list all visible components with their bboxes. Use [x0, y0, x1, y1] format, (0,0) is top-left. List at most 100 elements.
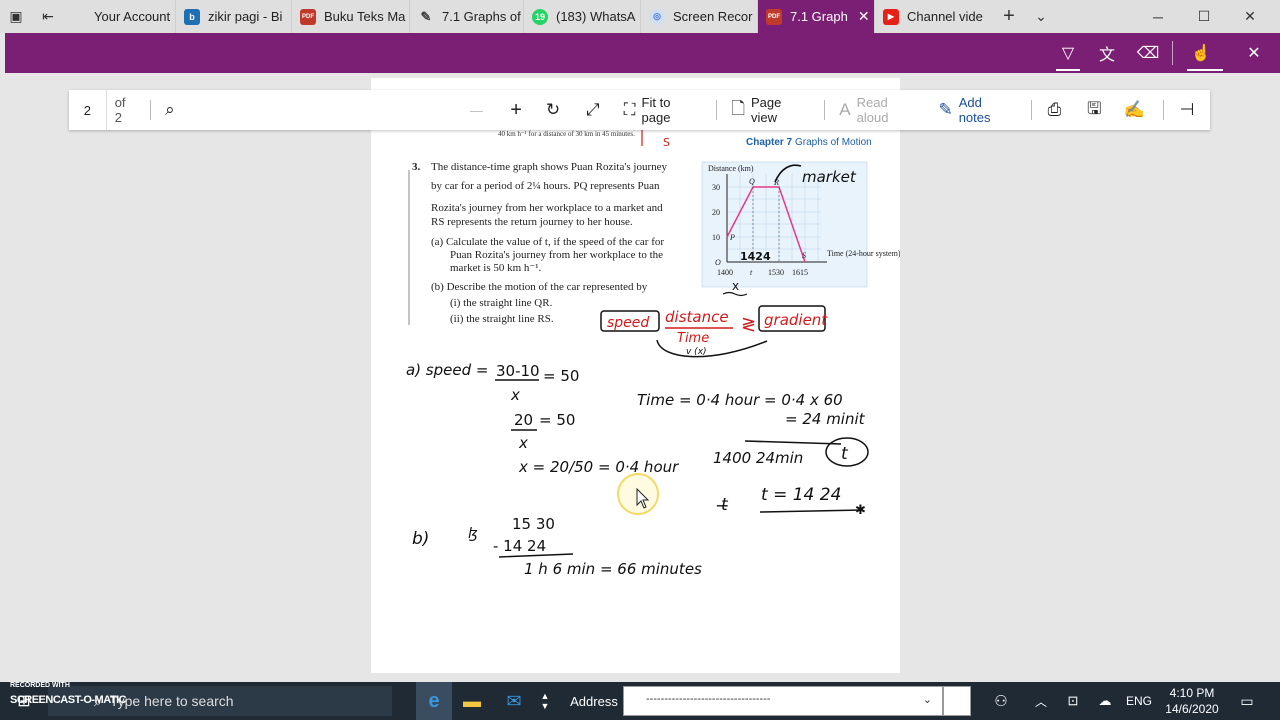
chapter-title: Graphs of Motion [795, 137, 872, 148]
taskbar: ⊞ ⌕ Type here to search RECORDED WITH SC… [0, 682, 1280, 720]
hw-24-minit: = 24 minit [785, 410, 866, 428]
page-count: of 2 [107, 90, 145, 130]
hw-sub-mid: - 14 24 [493, 537, 546, 555]
printer-icon: ⎙ [1047, 100, 1062, 119]
y-tick: 10 [712, 233, 720, 242]
network-icon[interactable]: ☁ [1094, 682, 1116, 720]
tab-whatsapp[interactable]: 19 (183) WhatsA [524, 0, 641, 33]
explorer-taskbar-button[interactable]: ▬ [454, 682, 490, 720]
whatsapp-icon: 19 [532, 8, 548, 25]
save-as-button[interactable]: ✍ [1117, 90, 1157, 130]
language-text: ENG [1125, 694, 1152, 708]
zoom-in-button[interactable]: + [496, 90, 536, 130]
highlighter-underline [1056, 69, 1080, 71]
page-number: 2 [83, 102, 91, 118]
read-aloud-button[interactable]: A Read aloud [831, 90, 930, 130]
tab-actions-icon[interactable]: ▣ [0, 0, 32, 33]
watermark-brand: SCREENCAST-O-MATIC [10, 694, 127, 706]
show-hidden-icons-chevron[interactable]: ︿ [1030, 682, 1052, 720]
hw-1400-24min: 1400 24min [713, 449, 803, 467]
hw-x-result: x = 20/50 = 0·4 hour [518, 458, 679, 476]
edge-taskbar-button[interactable]: e [416, 682, 452, 720]
tab-buku-teks[interactable]: PDF Buku Teks Ma [292, 0, 410, 33]
ink-toolbar: ▽ 文 ⌫ ☝ ✕ [5, 33, 1280, 73]
hw-speed: speed [607, 315, 649, 331]
pin-toolbar-button[interactable]: ⊣ [1170, 90, 1210, 130]
touch-write-icon[interactable]: ☝ [1189, 41, 1213, 65]
pageview-label: Page view [750, 95, 782, 125]
page-count-label: of 2 [114, 95, 126, 125]
divider [716, 100, 718, 120]
pdf-toolbar: 2 of 2 ⌕ — + ↻ ⤢ ⛶ Fit to page 🗋 Page view… [69, 90, 1210, 130]
x-tick: 1530 [768, 268, 784, 277]
save-button[interactable]: 🖫 [1077, 90, 1117, 130]
zoom-out-button[interactable]: — [456, 90, 496, 130]
tab-zikir[interactable]: b zikir pagi - Bi [176, 0, 292, 33]
search-icon: ⌕ [165, 100, 175, 119]
question-a: market is 50 km h⁻¹. [450, 262, 542, 274]
tab-label: Buku Teks Ma [324, 9, 406, 24]
rotate-button[interactable]: ↻ [536, 90, 576, 130]
print-button[interactable]: ⎙ [1038, 90, 1078, 130]
hw-sub-result: 1 h 6 min = 66 minutes [524, 560, 702, 578]
language-indicator[interactable]: ENG [1124, 682, 1154, 720]
mail-taskbar-button[interactable]: ✉ [496, 682, 532, 720]
address-input[interactable]: ---------------------------------- ⌄ [623, 686, 943, 716]
fullscreen-button[interactable]: ⤢ [576, 90, 616, 130]
divider [1172, 41, 1173, 65]
highlighter-icon[interactable]: ▽ [1056, 41, 1080, 65]
clock-date: 14/6/2020 [1165, 702, 1219, 716]
chevron-up-icon: ▲ [540, 691, 550, 701]
notification-icon[interactable]: ▭ [1236, 682, 1258, 720]
people-icon[interactable]: ⚇ [988, 682, 1014, 720]
eraser-icon[interactable]: ⌫ [1136, 41, 1160, 65]
x-axis-label: Time (24-hour system) [827, 249, 900, 258]
read-aloud-icon: A [839, 100, 851, 119]
fit-to-page-button[interactable]: ⛶ Fit to page [616, 90, 711, 130]
taskbar-scroll[interactable]: ▲ ▼ [538, 682, 552, 720]
question-a: Puan Rozita's journey from her workplace… [450, 249, 663, 261]
antivirus-icon[interactable]: ⊡ [1062, 682, 1084, 720]
hw-gradient: gradient [764, 311, 828, 329]
chevron-down-icon[interactable]: ⌄ [923, 693, 932, 706]
prev-question-text: 40 km h⁻¹ for a distance of 30 km in 45 … [498, 130, 635, 138]
tab-graph-active[interactable]: PDF 7.1 Graph ✕ [758, 0, 875, 33]
set-tabs-aside-icon[interactable]: ⇤ [32, 0, 64, 33]
hw-fraction-num: 30-10 [496, 362, 540, 380]
hw-scribble: ɮ [468, 526, 478, 542]
tab-list-chevron-icon[interactable]: ⌄ [1025, 0, 1057, 33]
divider [824, 100, 826, 120]
new-tab-icon[interactable]: + [993, 0, 1025, 33]
hw-x-mark: x [732, 279, 739, 293]
tab-screen-recorder[interactable]: ◎ Screen Recor [641, 0, 758, 33]
folder-icon: ▬ [463, 690, 481, 711]
tab-graphs[interactable]: ✎ 7.1 Graphs of [410, 0, 524, 33]
text-highlight-icon[interactable]: 文 [1095, 41, 1119, 65]
hw-time-conv: Time = 0·4 hour = 0·4 x 60 [637, 391, 843, 409]
hw-1424: 1424 [740, 250, 771, 263]
add-notes-button[interactable]: ✎ Add notes [930, 90, 1024, 130]
read-label: Read aloud [856, 95, 889, 125]
maximize-icon[interactable]: ☐ [1181, 0, 1227, 33]
close-window-icon[interactable]: ✕ [1227, 0, 1273, 33]
y-tick: 30 [712, 183, 720, 192]
question-b: (b) Describe the motion of the car repre… [431, 281, 648, 293]
page-number-input[interactable]: 2 [69, 90, 107, 130]
point-label: Q [749, 177, 755, 186]
address-go-button[interactable] [943, 686, 971, 716]
tab-channel[interactable]: ▶ Channel vide [875, 0, 993, 33]
close-tab-icon[interactable]: ✕ [858, 8, 870, 25]
tab-label: Your Account [94, 9, 171, 24]
address-value: ---------------------------------- [646, 693, 771, 705]
distance-time-graph: Distance (km) 30 20 10 O 1400 t 1530 161… [701, 161, 900, 288]
pin-icon: ⊣ [1179, 100, 1195, 119]
page-view-button[interactable]: 🗋 Page view [723, 90, 818, 130]
tab-your-account[interactable]: Your Account [64, 0, 176, 33]
clock[interactable]: 4:10 PM 14/6/2020 [1160, 685, 1224, 717]
minimize-icon[interactable]: ─ [1135, 0, 1181, 33]
address-text: Address [570, 693, 618, 709]
chapter-label: Chapter 7 [746, 137, 793, 148]
close-ink-icon[interactable]: ✕ [1242, 41, 1266, 65]
find-button[interactable]: ⌕ [157, 90, 189, 130]
tab-bar: ▣ ⇤ Your Account b zikir pagi - Bi PDF B… [0, 0, 1280, 33]
